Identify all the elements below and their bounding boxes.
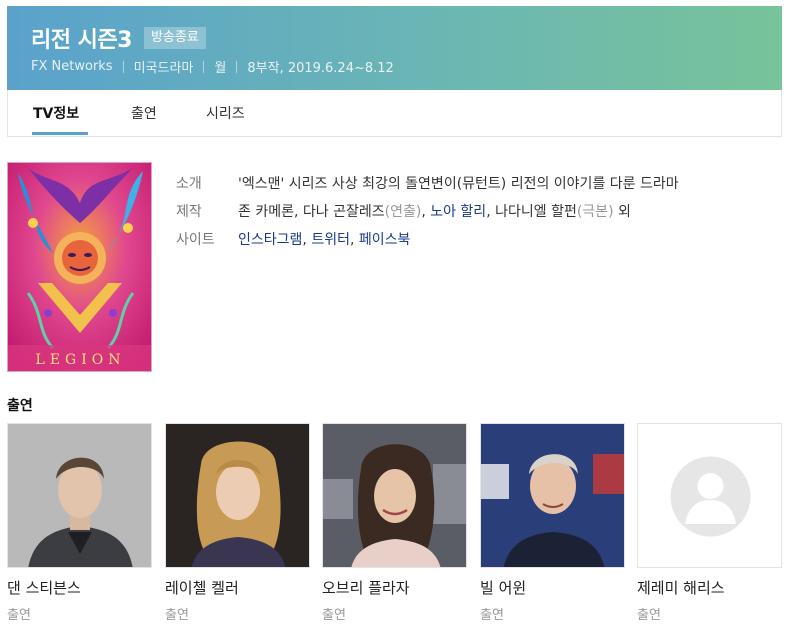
production-person: 존 카메론 [238, 204, 294, 220]
cast-photo-image [8, 424, 151, 567]
production-role: (극본) [576, 204, 614, 220]
meta-divider [203, 60, 205, 73]
comma: , [293, 204, 303, 220]
cast-photo-image [323, 424, 466, 567]
cast-name[interactable]: 제레미 해리스 [637, 577, 782, 598]
active-tab-indicator [32, 132, 88, 135]
cast-photo[interactable] [7, 423, 152, 568]
cast-photo[interactable] [165, 423, 310, 568]
intro-label: 소개 [176, 176, 202, 192]
comma: , [349, 232, 359, 248]
cast-role: 출연 [637, 608, 661, 623]
cast-card[interactable]: 댄 스티븐스 출연 [7, 423, 152, 623]
cast-name[interactable]: 댄 스티븐스 [7, 577, 152, 598]
cast-photo[interactable] [637, 423, 782, 568]
site-label: 사이트 [176, 232, 215, 248]
title-row: 리전 시즌3 방송종료 [31, 22, 206, 54]
cast-name[interactable]: 레이첼 켈러 [165, 577, 310, 598]
meta-divider [122, 60, 124, 73]
cast-card[interactable]: 빌 어윈 출연 [480, 423, 625, 623]
production-person: 다나 곤잘레즈 [302, 204, 385, 220]
info-row-intro: 소개 '엑스맨' 시리즈 사상 최강의 돌연변이(뮤턴트) 리전의 이야기를 다… [176, 169, 679, 197]
cast-role: 출연 [7, 608, 31, 623]
production-suffix: 외 [613, 204, 631, 220]
program-meta: FX Networks 미국드라마 월 8부작, 2019.6.24~8.12 [31, 57, 394, 76]
cast-heading: 출연 [7, 398, 33, 414]
info-row-site: 사이트 인스타그램, 트위터, 페이스북 [176, 225, 679, 253]
cast-role: 출연 [165, 608, 189, 623]
comma: , [302, 232, 312, 248]
site-links: 인스타그램, 트위터, 페이스북 [238, 229, 410, 249]
facebook-link[interactable]: 페이스북 [359, 232, 411, 248]
tab-bar: TV정보 출연 시리즈 [7, 90, 782, 137]
tab-tv-info[interactable]: TV정보 [33, 103, 79, 123]
production-person-link[interactable]: 노아 할리 [430, 204, 486, 220]
meta-network: FX Networks [31, 59, 113, 74]
cast-photo[interactable] [322, 423, 467, 568]
cast-card[interactable]: 제레미 해리스 출연 [637, 423, 782, 623]
production-label: 제작 [176, 204, 202, 220]
cast-role: 출연 [322, 608, 346, 623]
cast-name[interactable]: 오브리 플라자 [322, 577, 467, 598]
production-person: 나다니엘 할펀 [495, 204, 577, 220]
status-badge: 방송종료 [143, 27, 206, 49]
cast-card[interactable]: 오브리 플라자 출연 [322, 423, 467, 623]
instagram-link[interactable]: 인스타그램 [238, 232, 302, 248]
meta-airday: 월 [214, 61, 227, 76]
meta-genre: 미국드라마 [133, 61, 194, 76]
poster-image[interactable]: LEGION [7, 162, 152, 372]
meta-divider [236, 60, 238, 73]
intro-text: '엑스맨' 시리즈 사상 최강의 돌연변이(뮤턴트) 리전의 이야기를 다룬 드… [238, 176, 679, 192]
tab-series[interactable]: 시리즈 [206, 103, 245, 123]
poster-title-text: LEGION [36, 352, 126, 368]
program-info: 소개 '엑스맨' 시리즈 사상 최강의 돌연변이(뮤턴트) 리전의 이야기를 다… [176, 169, 679, 253]
comma: , [486, 204, 496, 220]
info-row-production: 제작 존 카메론, 다나 곤잘레즈(연출), 노아 할리, 나다니엘 할펀(극본… [176, 197, 679, 225]
default-profile-icon [638, 424, 781, 567]
cast-photo-image [481, 424, 624, 567]
meta-episodes: 8부작, 2019.6.24~8.12 [247, 61, 394, 76]
comma: , [421, 204, 431, 220]
cast-role: 출연 [480, 608, 504, 623]
production-role: (연출) [384, 204, 422, 220]
cast-photo[interactable] [480, 423, 625, 568]
tab-cast[interactable]: 출연 [131, 103, 157, 123]
poster-artwork: LEGION [8, 163, 151, 371]
cast-card[interactable]: 레이첼 켈러 출연 [165, 423, 310, 623]
cast-name[interactable]: 빌 어윈 [480, 577, 625, 598]
program-header: 리전 시즌3 방송종료 FX Networks 미국드라마 월 8부작, 201… [7, 6, 782, 90]
cast-photo-image [166, 424, 309, 567]
twitter-link[interactable]: 트위터 [311, 232, 350, 248]
production-value: 존 카메론, 다나 곤잘레즈(연출), 노아 할리, 나다니엘 할펀(극본) 외 [238, 201, 631, 221]
program-title[interactable]: 리전 시즌3 [31, 22, 132, 54]
